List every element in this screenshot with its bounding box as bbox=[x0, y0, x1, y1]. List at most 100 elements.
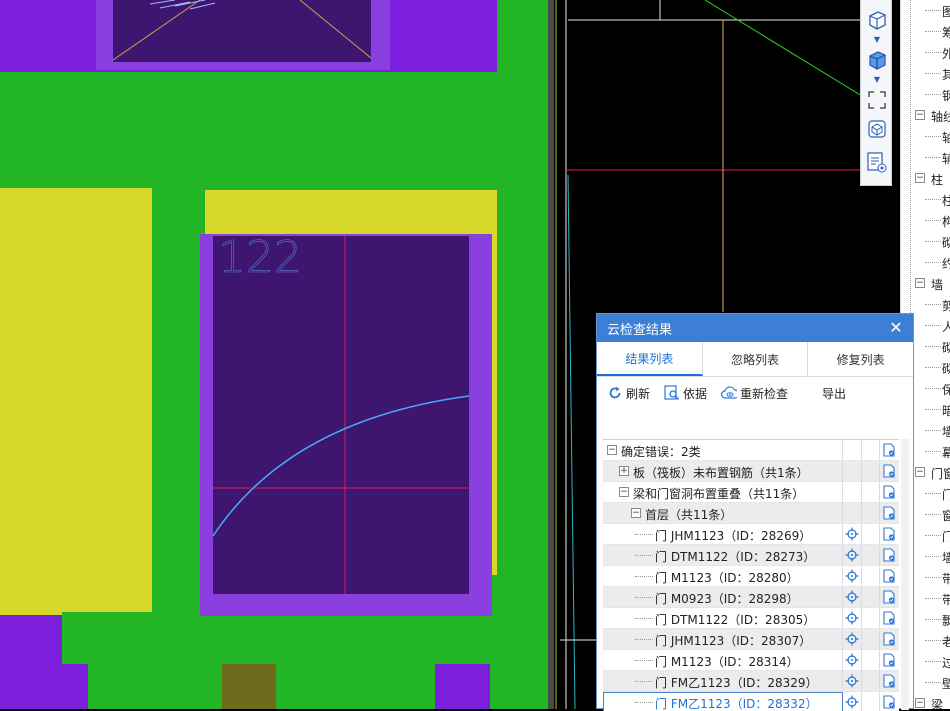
tree-item[interactable]: 柱 bbox=[901, 189, 950, 210]
panel-title: 云检查结果 bbox=[607, 322, 673, 338]
result-item[interactable]: 门 JHM1123（ID：28307） bbox=[603, 629, 899, 650]
view-toolbar: ▼ ▼ bbox=[860, 0, 892, 186]
result-item[interactable]: 门 FM乙1123（ID：28332） bbox=[603, 692, 899, 711]
slab-yellow-left bbox=[0, 188, 152, 618]
cloud-eye-icon bbox=[721, 385, 738, 401]
tree-item-label: 梁 bbox=[931, 698, 944, 709]
box-view-button[interactable] bbox=[865, 117, 889, 141]
chevron-down-icon[interactable]: ▼ bbox=[873, 36, 881, 44]
tree-item[interactable]: 构 bbox=[901, 210, 950, 231]
recheck-button[interactable]: 重新检查 bbox=[721, 385, 788, 402]
results-list: − 确定错误：2类 + 板（筏板）未布置钢筋（共1条） − 梁和门窗洞布置重叠（共11条）… bbox=[603, 439, 899, 711]
tree-item-label: 墙 bbox=[931, 278, 944, 292]
collapse-icon[interactable]: − bbox=[915, 173, 925, 183]
collapse-icon[interactable]: − bbox=[915, 110, 925, 120]
tree-item[interactable]: 筹 bbox=[901, 21, 950, 42]
result-item[interactable]: 门 M1123（ID：28280） bbox=[603, 566, 899, 587]
document-check-icon[interactable] bbox=[879, 587, 899, 607]
document-check-icon[interactable] bbox=[879, 545, 899, 565]
result-item[interactable]: 门 M1123（ID：28314） bbox=[603, 650, 899, 671]
locate-icon[interactable] bbox=[843, 671, 862, 691]
collapse-icon[interactable]: − bbox=[915, 278, 925, 288]
locate-icon[interactable] bbox=[843, 692, 862, 711]
tree-item[interactable]: −轴线 bbox=[901, 105, 950, 126]
result-item[interactable]: 门 M0923（ID：28298） bbox=[603, 587, 899, 608]
report-view-button[interactable] bbox=[865, 150, 889, 174]
result-item[interactable]: 门 FM乙1123（ID：28329） bbox=[603, 671, 899, 692]
document-check-icon[interactable] bbox=[879, 650, 899, 670]
result-label: 门 M1123（ID：28280） bbox=[655, 571, 799, 585]
tab-fixed[interactable]: 修复列表 bbox=[808, 342, 913, 376]
cube-view-button[interactable] bbox=[865, 8, 889, 32]
column-bottom bbox=[222, 664, 276, 709]
collapse-icon[interactable]: − bbox=[915, 698, 925, 708]
result-label: 板（筏板）未布置钢筋（共1条） bbox=[633, 466, 809, 480]
tree-item[interactable]: 外 bbox=[901, 42, 950, 63]
tree-item[interactable]: 图 bbox=[901, 0, 950, 21]
document-check-icon[interactable] bbox=[879, 503, 899, 523]
refresh-button[interactable]: 刷新 bbox=[607, 385, 650, 402]
chevron-down-icon[interactable]: ▼ bbox=[873, 76, 881, 84]
tab-results[interactable]: 结果列表 bbox=[597, 342, 703, 376]
tree-item-label: 外 bbox=[942, 45, 950, 62]
locate-icon[interactable] bbox=[843, 545, 862, 565]
tree-item[interactable]: − 柱 bbox=[901, 168, 950, 189]
tree-item[interactable]: 其 bbox=[901, 63, 950, 84]
document-check-icon[interactable] bbox=[879, 461, 899, 481]
tree-item-label: 老 bbox=[942, 633, 950, 650]
result-group[interactable]: − 确定错误：2类 bbox=[603, 440, 899, 461]
locate-icon[interactable] bbox=[843, 587, 862, 607]
locate-icon[interactable] bbox=[843, 608, 862, 628]
collapse-icon[interactable]: − bbox=[619, 487, 629, 497]
tree-item[interactable]: 辅 bbox=[901, 147, 950, 168]
document-check-icon[interactable] bbox=[879, 608, 899, 628]
tab-ignored[interactable]: 忽略列表 bbox=[703, 342, 809, 376]
wall-label: 122 bbox=[218, 232, 302, 283]
document-check-icon[interactable] bbox=[879, 524, 899, 544]
document-check-icon[interactable] bbox=[879, 692, 899, 711]
result-item[interactable]: 门 DTM1122（ID：28273） bbox=[603, 545, 899, 566]
document-check-icon[interactable] bbox=[879, 440, 899, 460]
export-button[interactable]: 导出 bbox=[822, 385, 846, 402]
tree-item-label: 砌 bbox=[942, 234, 950, 251]
collapse-icon[interactable]: − bbox=[915, 467, 925, 477]
tree-item-label: 剪 bbox=[942, 297, 950, 314]
result-item[interactable]: 门 DTM1122（ID：28305） bbox=[603, 608, 899, 629]
basis-button[interactable]: 依据 bbox=[664, 385, 707, 402]
tree-item-label: 钢 bbox=[942, 87, 950, 104]
expand-icon[interactable]: + bbox=[619, 466, 629, 476]
tree-item-label: 人 bbox=[942, 318, 950, 335]
tree-item[interactable]: 剪 bbox=[901, 294, 950, 315]
document-check-icon[interactable] bbox=[879, 629, 899, 649]
tree-item[interactable]: 约 bbox=[901, 252, 950, 273]
result-label: 门 JHM1123（ID：28269） bbox=[655, 529, 812, 543]
tree-item[interactable]: 钢 bbox=[901, 84, 950, 105]
tree-item[interactable]: − 墙 bbox=[901, 273, 950, 294]
result-group[interactable]: + 板（筏板）未布置钢筋（共1条） bbox=[603, 461, 899, 482]
locate-icon[interactable] bbox=[843, 524, 862, 544]
close-icon[interactable]: ✕ bbox=[887, 319, 905, 337]
refresh-icon bbox=[607, 385, 623, 401]
locate-icon[interactable] bbox=[843, 566, 862, 586]
results-scrollbar[interactable] bbox=[901, 439, 909, 710]
tree-item[interactable]: 轴 bbox=[901, 126, 950, 147]
result-label: 门 M0923（ID：28298） bbox=[655, 592, 799, 606]
collapse-icon[interactable]: − bbox=[607, 445, 617, 455]
locate-icon[interactable] bbox=[843, 629, 862, 649]
document-check-icon[interactable] bbox=[879, 671, 899, 691]
collapse-icon[interactable]: − bbox=[631, 508, 641, 518]
result-item[interactable]: 门 JHM1123（ID：28269） bbox=[603, 524, 899, 545]
result-group[interactable]: − 首层（共11条） bbox=[603, 503, 899, 524]
room-top-inner bbox=[113, 0, 371, 62]
tree-item[interactable]: 砌 bbox=[901, 231, 950, 252]
tree-item-label: 门 bbox=[942, 528, 950, 545]
solid-cube-button[interactable] bbox=[865, 48, 889, 72]
locate-icon[interactable] bbox=[843, 650, 862, 670]
action-bar: 刷新 依据 重新检查 导出 bbox=[597, 377, 913, 409]
result-group[interactable]: − 梁和门窗洞布置重叠（共11条） bbox=[603, 482, 899, 503]
fit-view-button[interactable] bbox=[865, 88, 889, 112]
document-check-icon[interactable] bbox=[879, 482, 899, 502]
document-check-icon[interactable] bbox=[879, 566, 899, 586]
room-inner bbox=[213, 236, 469, 594]
tree-item-label: 柱 bbox=[931, 173, 944, 187]
